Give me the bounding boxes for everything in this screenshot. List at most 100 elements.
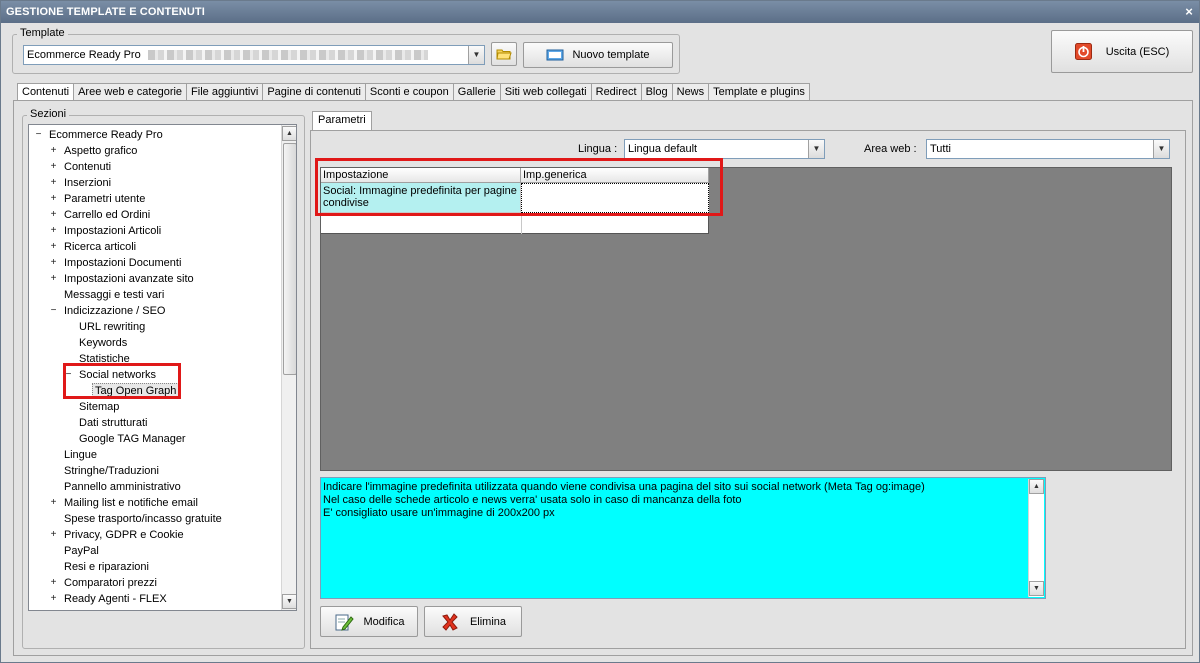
main-tabs: Contenuti Aree web e categorie File aggi… [17,83,810,102]
expand-icon[interactable]: + [49,210,58,220]
tree-item[interactable]: + Ready Agenti - FLEX [29,591,279,607]
expand-icon[interactable]: + [49,498,58,508]
obscured-text [147,50,428,61]
template-legend: Template [17,27,68,39]
template-combo[interactable]: Ecommerce Ready Pro ▼ [23,45,485,65]
tab-siti-collegati[interactable]: Siti web collegati [499,83,592,101]
tree-item[interactable]: + Carrello ed Ordini [29,207,279,223]
tree-item[interactable]: Pannello amministrativo [29,479,279,495]
delete-button[interactable]: Elimina [424,606,522,637]
tree-item-label: Lingue [64,449,98,461]
tree-item-label: Stringhe/Traduzioni [64,465,159,477]
template-combo-value: Ecommerce Ready Pro [27,49,141,61]
tree-item[interactable]: + Mailing list e notifiche email [29,495,279,511]
expand-icon[interactable]: + [49,146,58,156]
tree-item[interactable]: Google TAG Manager [29,431,279,447]
tree-item[interactable]: Spese trasporto/incasso gratuite [29,511,279,527]
scroll-down-icon[interactable]: ▼ [282,594,296,609]
tree-item[interactable]: Resi e riparazioni [29,559,279,575]
delete-icon [442,612,458,631]
tree-item[interactable]: − Indicizzazione / SEO [29,303,279,319]
folder-icon [496,49,512,60]
tree-item-label: Dati strutturati [79,417,148,429]
tree-item[interactable]: − Ecommerce Ready Pro [29,127,279,143]
scroll-down-icon[interactable]: ▼ [1029,581,1044,596]
tree-scrollbar[interactable]: ▲ ▼ [281,125,296,610]
scroll-thumb[interactable] [283,143,296,375]
description-scrollbar[interactable]: ▲ ▼ [1028,479,1044,597]
tree-item[interactable]: + Comparatori prezzi [29,575,279,591]
description-box[interactable]: Indicare l'immagine predefinita utilizza… [320,477,1046,599]
tree-item[interactable]: Dati strutturati [29,415,279,431]
tab-aree-web[interactable]: Aree web e categorie [73,83,188,101]
expand-icon[interactable]: + [49,194,58,204]
tree-item-label: Privacy, GDPR e Cookie [64,529,184,541]
open-folder-button[interactable] [491,42,517,66]
chevron-down-icon[interactable]: ▼ [468,46,484,64]
chevron-down-icon[interactable]: ▼ [808,140,824,158]
sections-legend: Sezioni [27,108,70,120]
lingua-label: Lingua : [578,143,618,155]
window-title: GESTIONE TEMPLATE E CONTENUTI [6,6,205,18]
main-window: GESTIONE TEMPLATE E CONTENUTI × Template… [0,0,1200,663]
tree-item-label: Contenuti [64,161,112,173]
expand-icon[interactable]: + [49,530,58,540]
tree-item[interactable]: + Parametri utente [29,191,279,207]
expand-icon[interactable]: + [49,226,58,236]
tree-item-label: Keywords [79,337,128,349]
expand-icon[interactable]: + [49,578,58,588]
tab-file-aggiuntivi[interactable]: File aggiuntivi [186,83,264,101]
exit-button[interactable]: Uscita (ESC) [1051,30,1193,73]
description-line: Indicare l'immagine predefinita utilizza… [323,481,925,493]
tab-blog[interactable]: Blog [640,83,673,101]
expand-icon[interactable]: + [49,594,58,604]
tab-redirect[interactable]: Redirect [590,83,642,101]
tree-item[interactable]: Messaggi e testi vari [29,287,279,303]
tree-item[interactable]: Stringhe/Traduzioni [29,463,279,479]
tab-template-plugins[interactable]: Template e plugins [708,83,810,101]
tree-item-label: Aspetto grafico [64,145,138,157]
area-combo[interactable]: Tutti ▼ [926,139,1170,159]
tree-item[interactable]: + Contenuti [29,159,279,175]
tree-item-label: Ricerca articoli [64,241,137,253]
tree-item[interactable]: + Aspetto grafico [29,143,279,159]
tree-item[interactable]: + Ricerca articoli [29,239,279,255]
tree-item[interactable]: URL rewriting [29,319,279,335]
modify-button[interactable]: Modifica [320,606,418,637]
tree-item[interactable]: + Impostazioni avanzate sito [29,271,279,287]
empty-row-divider [521,214,522,234]
collapse-icon[interactable]: − [34,130,43,140]
area-label: Area web : [864,143,917,155]
tree-item[interactable]: + Impostazioni Documenti [29,255,279,271]
expand-icon[interactable]: + [49,274,58,284]
expand-icon[interactable]: + [49,242,58,252]
tree-item[interactable]: Lingue [29,447,279,463]
tree-item[interactable]: + Inserzioni [29,175,279,191]
tree-item-label: Carrello ed Ordini [64,209,151,221]
title-bar: GESTIONE TEMPLATE E CONTENUTI × [1,1,1199,23]
tab-gallerie[interactable]: Gallerie [452,83,501,101]
chevron-down-icon[interactable]: ▼ [1153,140,1169,158]
expand-icon[interactable]: + [49,258,58,268]
tab-news[interactable]: News [671,83,710,101]
scroll-up-icon[interactable]: ▲ [1029,479,1044,494]
expand-icon[interactable]: + [49,162,58,172]
tree-item[interactable]: Sitemap [29,399,279,415]
expand-icon[interactable]: + [49,178,58,188]
close-icon[interactable]: × [1185,1,1193,23]
tab-parametri[interactable]: Parametri [312,111,372,131]
new-template-button[interactable]: Nuovo template [523,42,673,68]
tree-item-label: Ecommerce Ready Pro [49,129,163,141]
tree-item[interactable]: + Impostazioni Articoli [29,223,279,239]
lingua-value: Lingua default [628,143,698,155]
tab-pagine-contenuti[interactable]: Pagine di contenuti [262,83,366,101]
tab-sconti-coupon[interactable]: Sconti e coupon [364,83,454,101]
collapse-icon[interactable]: − [49,306,58,316]
tree-item[interactable]: PayPal [29,543,279,559]
tree-item-label: Parametri utente [64,193,146,205]
tree-item[interactable]: + Privacy, GDPR e Cookie [29,527,279,543]
tree-item[interactable]: Keywords [29,335,279,351]
tree-item-label: Pannello amministrativo [64,481,181,493]
scroll-up-icon[interactable]: ▲ [282,126,296,141]
lingua-combo[interactable]: Lingua default ▼ [624,139,825,159]
